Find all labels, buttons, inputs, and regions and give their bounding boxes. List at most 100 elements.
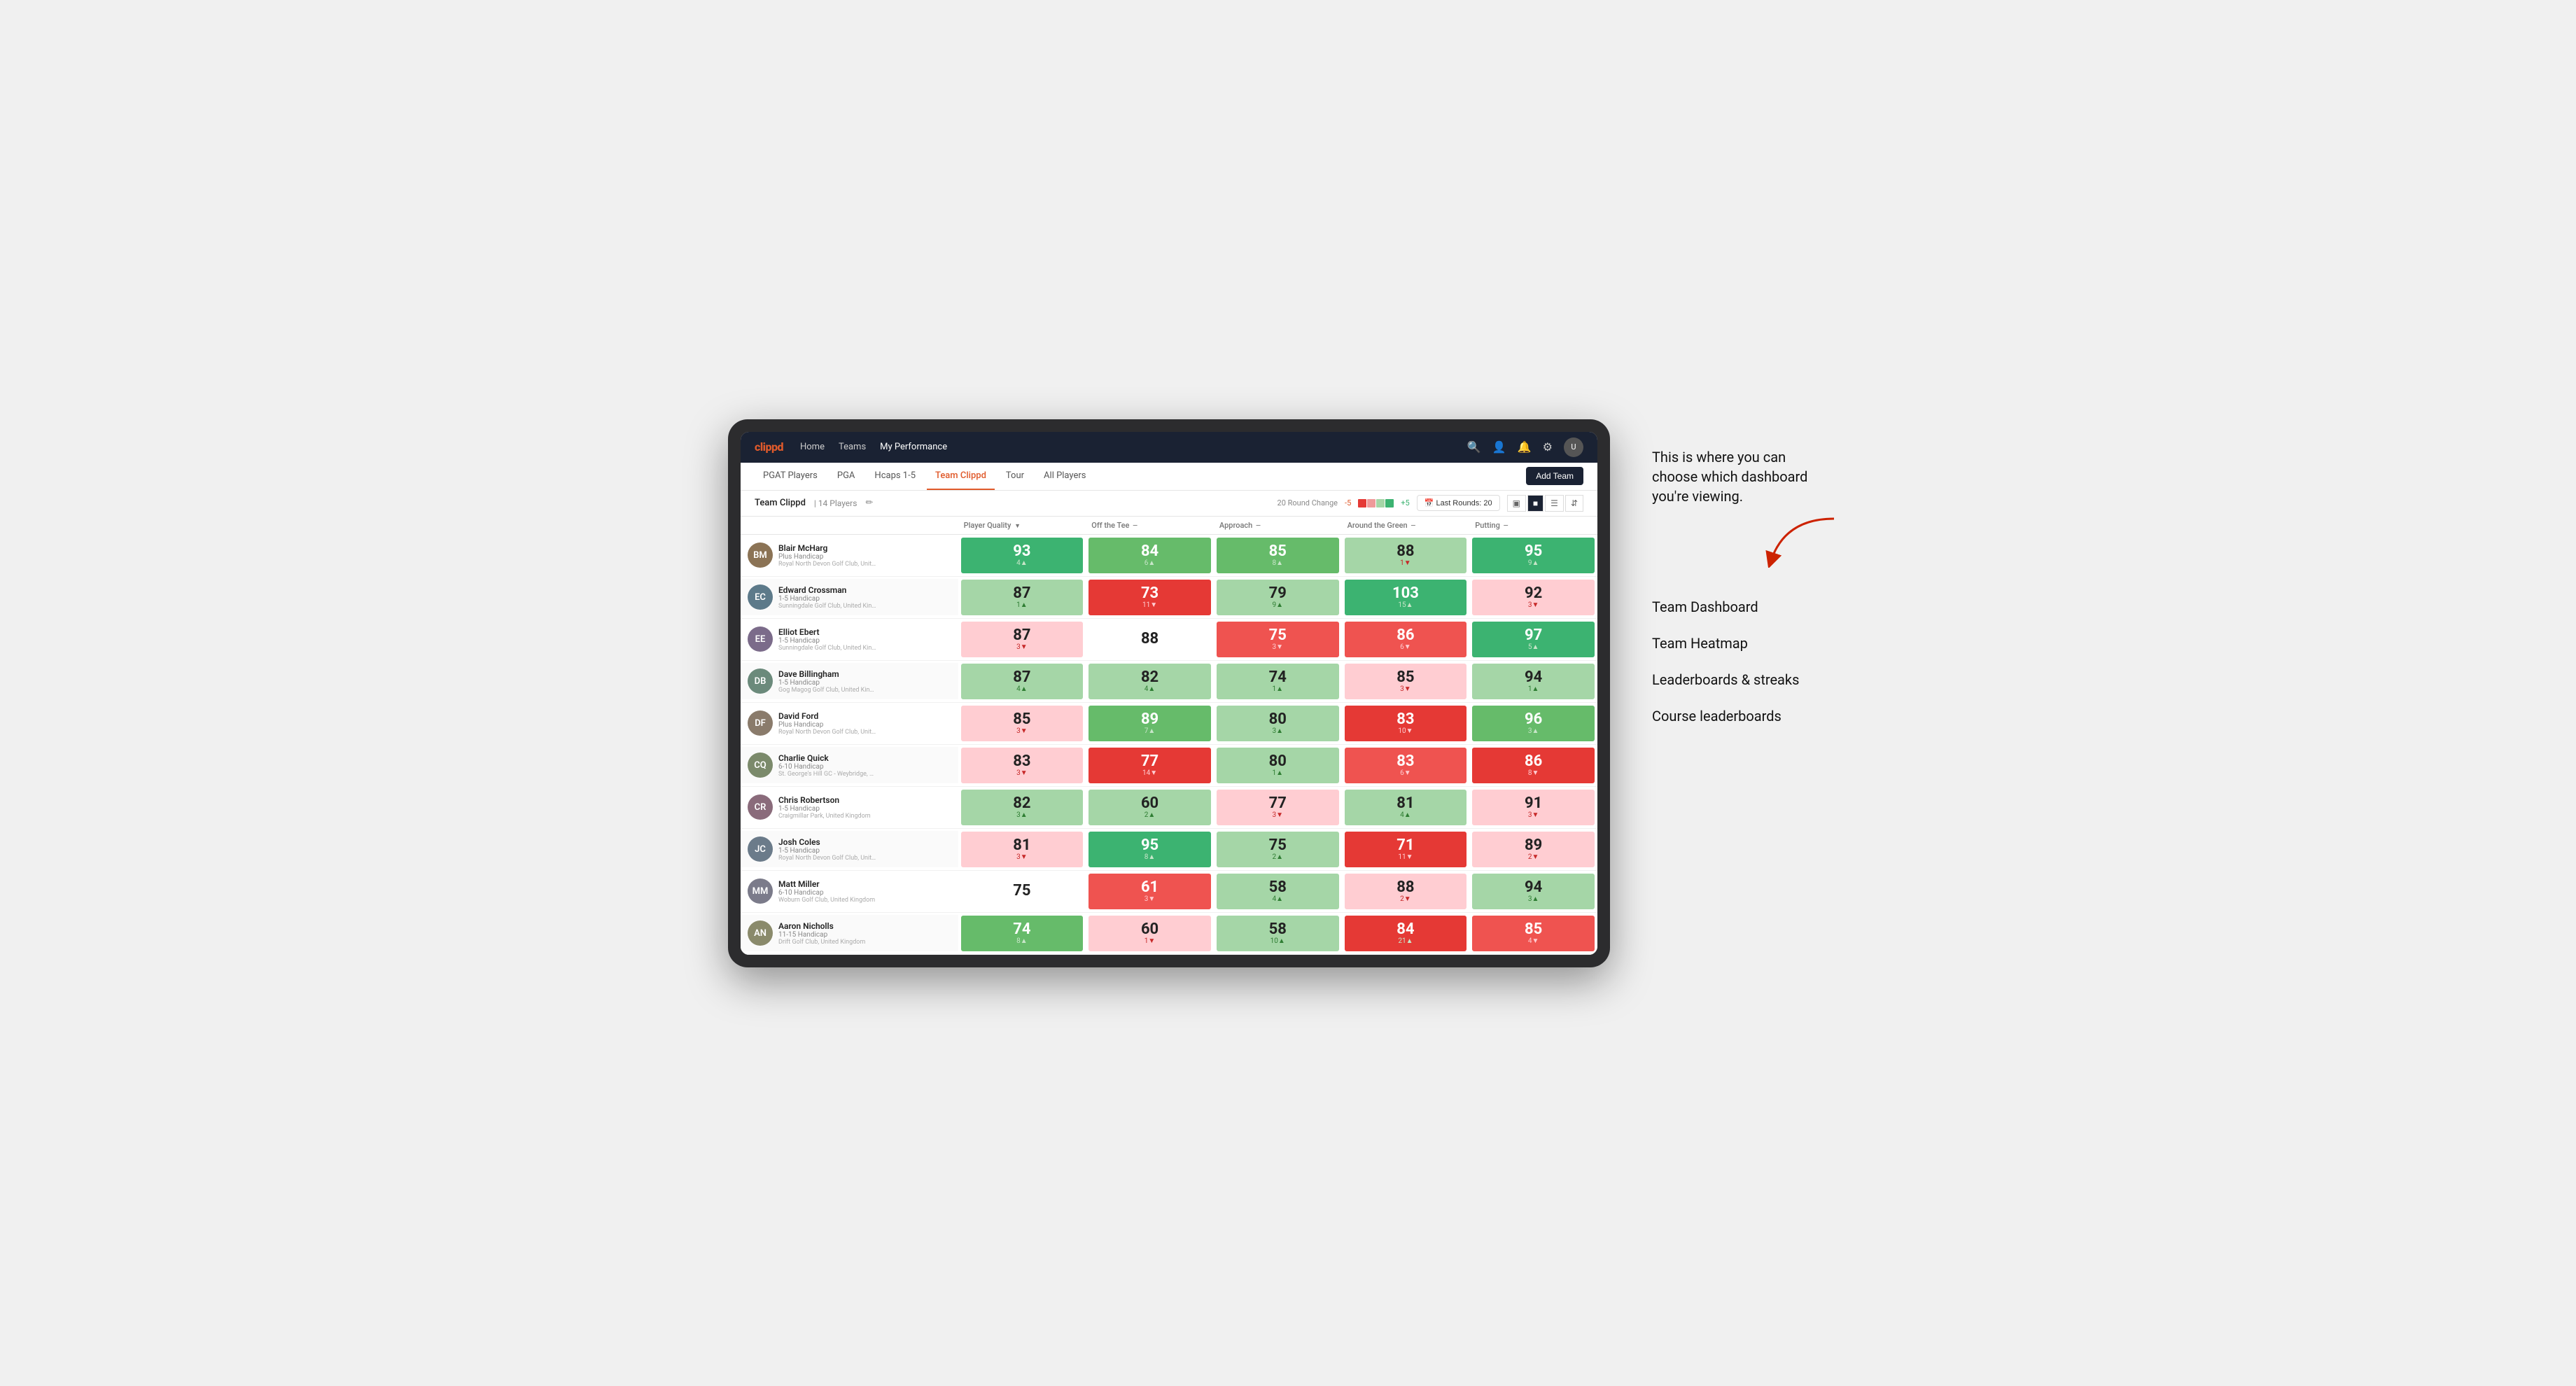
- nav-home[interactable]: Home: [800, 439, 825, 455]
- stat-value-player_quality-5: 83: [1013, 754, 1030, 769]
- stat-value-player_quality-4: 85: [1013, 712, 1030, 727]
- stat-change-around_green-0: 1▼: [1400, 559, 1411, 567]
- tab-bar: PGAT Players PGA Hcaps 1-5 Team Clippd T…: [741, 463, 1597, 491]
- stat-box-approach-8: 58 4▲: [1217, 874, 1339, 909]
- person-icon[interactable]: 👤: [1492, 440, 1506, 454]
- stat-box-off_tee-4: 89 7▲: [1088, 706, 1211, 741]
- stat-value-around_green-0: 88: [1396, 544, 1414, 559]
- bell-icon[interactable]: 🔔: [1518, 440, 1532, 454]
- stat-box-around_green-4: 83 10▼: [1345, 706, 1467, 741]
- stat-value-approach-6: 77: [1269, 796, 1287, 811]
- stat-putting-1: 92 3▼: [1469, 576, 1597, 618]
- tab-team-clippd[interactable]: Team Clippd: [927, 462, 995, 490]
- table-row[interactable]: MM Matt Miller 6-10 Handicap Woburn Golf…: [741, 870, 1597, 912]
- table-header: Player Quality ▼ Off the Tee — Approach …: [741, 517, 1597, 535]
- search-icon[interactable]: 🔍: [1467, 440, 1481, 454]
- nav-my-performance[interactable]: My Performance: [880, 439, 947, 455]
- tablet-screen: clippd Home Teams My Performance 🔍 👤 🔔 ⚙…: [741, 432, 1597, 955]
- stat-change-approach-6: 3▼: [1272, 811, 1283, 819]
- option-team-heatmap[interactable]: Team Heatmap: [1652, 625, 1848, 662]
- col-header-putting[interactable]: Putting —: [1469, 517, 1597, 535]
- table-row[interactable]: JC Josh Coles 1-5 Handicap Royal North D…: [741, 828, 1597, 870]
- stat-box-putting-7: 89 2▼: [1472, 832, 1595, 867]
- filter-view-button[interactable]: ⇵: [1565, 495, 1583, 512]
- stat-value-putting-4: 96: [1525, 712, 1542, 727]
- table-row[interactable]: BM Blair McHarg Plus Handicap Royal Nort…: [741, 534, 1597, 576]
- table-row[interactable]: CR Chris Robertson 1-5 Handicap Craigmil…: [741, 786, 1597, 828]
- stat-value-approach-7: 75: [1269, 838, 1287, 853]
- table-row[interactable]: EE Elliot Ebert 1-5 Handicap Sunningdale…: [741, 618, 1597, 660]
- player-info-5: CQ Charlie Quick 6-10 Handicap St. Georg…: [741, 747, 958, 783]
- stat-change-player_quality-7: 3▼: [1016, 853, 1028, 861]
- stat-around_green-8: 88 2▼: [1342, 870, 1470, 912]
- edit-icon[interactable]: ✏: [865, 498, 873, 508]
- col-header-player-quality[interactable]: Player Quality ▼: [958, 517, 1086, 535]
- stat-change-around_green-7: 11▼: [1398, 853, 1413, 861]
- stat-off_tee-1: 73 11▼: [1086, 576, 1214, 618]
- player-name-8: Matt Miller: [778, 879, 875, 889]
- list-view-button[interactable]: ☰: [1545, 495, 1564, 512]
- round-change-label: 20 Round Change: [1278, 498, 1338, 507]
- heatmap-view-button[interactable]: ■: [1527, 495, 1544, 512]
- player-details-8: Matt Miller 6-10 Handicap Woburn Golf Cl…: [778, 879, 875, 904]
- stat-change-around_green-6: 4▲: [1400, 811, 1411, 819]
- player-cell-9: AN Aaron Nicholls 11-15 Handicap Drift G…: [741, 912, 958, 954]
- option-leaderboards[interactable]: Leaderboards & streaks: [1652, 662, 1848, 698]
- tab-all-players[interactable]: All Players: [1035, 462, 1094, 490]
- settings-icon[interactable]: ⚙: [1543, 440, 1553, 454]
- player-handicap-7: 1-5 Handicap: [778, 847, 876, 855]
- stat-value-off_tee-7: 95: [1141, 838, 1158, 853]
- stat-box-off_tee-3: 82 4▲: [1088, 664, 1211, 699]
- table-row[interactable]: EC Edward Crossman 1-5 Handicap Sunningd…: [741, 576, 1597, 618]
- stat-putting-9: 85 4▼: [1469, 912, 1597, 954]
- option-team-dashboard[interactable]: Team Dashboard: [1652, 589, 1848, 625]
- stat-off_tee-5: 77 14▼: [1086, 744, 1214, 786]
- nav-teams[interactable]: Teams: [839, 439, 866, 455]
- stat-change-off_tee-5: 14▼: [1142, 769, 1157, 777]
- table-row[interactable]: DF David Ford Plus Handicap Royal North …: [741, 702, 1597, 744]
- player-name-0: Blair McHarg: [778, 543, 876, 553]
- tab-tour[interactable]: Tour: [997, 462, 1032, 490]
- stat-change-off_tee-3: 4▲: [1144, 685, 1156, 693]
- table-row[interactable]: CQ Charlie Quick 6-10 Handicap St. Georg…: [741, 744, 1597, 786]
- col-header-around-green[interactable]: Around the Green —: [1342, 517, 1470, 535]
- player-details-1: Edward Crossman 1-5 Handicap Sunningdale…: [778, 585, 876, 610]
- tab-pga[interactable]: PGA: [829, 462, 864, 490]
- nav-actions: 🔍 👤 🔔 ⚙ U: [1467, 438, 1583, 457]
- tab-pgat-players[interactable]: PGAT Players: [755, 462, 826, 490]
- stat-change-putting-0: 9▲: [1528, 559, 1539, 567]
- grid-view-button[interactable]: ▣: [1507, 495, 1526, 512]
- team-name: Team Clippd: [755, 498, 806, 508]
- table-row[interactable]: DB Dave Billingham 1-5 Handicap Gog Mago…: [741, 660, 1597, 702]
- option-course-leaderboards[interactable]: Course leaderboards: [1652, 698, 1848, 734]
- stat-value-putting-6: 91: [1525, 796, 1542, 811]
- player-handicap-6: 1-5 Handicap: [778, 805, 871, 813]
- tab-hcaps[interactable]: Hcaps 1-5: [866, 462, 924, 490]
- col-header-approach[interactable]: Approach —: [1214, 517, 1342, 535]
- stat-change-approach-8: 4▲: [1272, 895, 1283, 903]
- add-team-button[interactable]: Add Team: [1526, 467, 1583, 485]
- callout-text: This is where you can choose which dashb…: [1652, 447, 1834, 506]
- stat-value-off_tee-1: 73: [1141, 586, 1158, 601]
- tab-actions: Add Team: [1526, 467, 1583, 485]
- stat-box-around_green-0: 88 1▼: [1345, 538, 1467, 573]
- stat-putting-6: 91 3▼: [1469, 786, 1597, 828]
- stat-value-player_quality-9: 74: [1013, 922, 1030, 937]
- player-count: | 14 Players: [814, 498, 858, 508]
- player-tbody: BM Blair McHarg Plus Handicap Royal Nort…: [741, 534, 1597, 954]
- player-avatar-8: MM: [748, 878, 773, 904]
- stat-change-approach-2: 3▼: [1272, 643, 1283, 651]
- player-details-4: David Ford Plus Handicap Royal North Dev…: [778, 711, 876, 736]
- stat-box-putting-9: 85 4▼: [1472, 916, 1595, 951]
- stat-putting-2: 97 5▲: [1469, 618, 1597, 660]
- player-avatar-5: CQ: [748, 752, 773, 778]
- stat-value-player_quality-3: 87: [1013, 670, 1030, 685]
- arrow-container: [1652, 512, 1848, 568]
- stat-value-around_green-5: 83: [1396, 754, 1414, 769]
- stat-off_tee-0: 84 6▲: [1086, 534, 1214, 576]
- col-header-off-tee[interactable]: Off the Tee —: [1086, 517, 1214, 535]
- color-bar: [1358, 499, 1394, 507]
- avatar[interactable]: U: [1564, 438, 1583, 457]
- last-rounds-button[interactable]: 📅 Last Rounds: 20: [1417, 495, 1500, 511]
- table-row[interactable]: AN Aaron Nicholls 11-15 Handicap Drift G…: [741, 912, 1597, 954]
